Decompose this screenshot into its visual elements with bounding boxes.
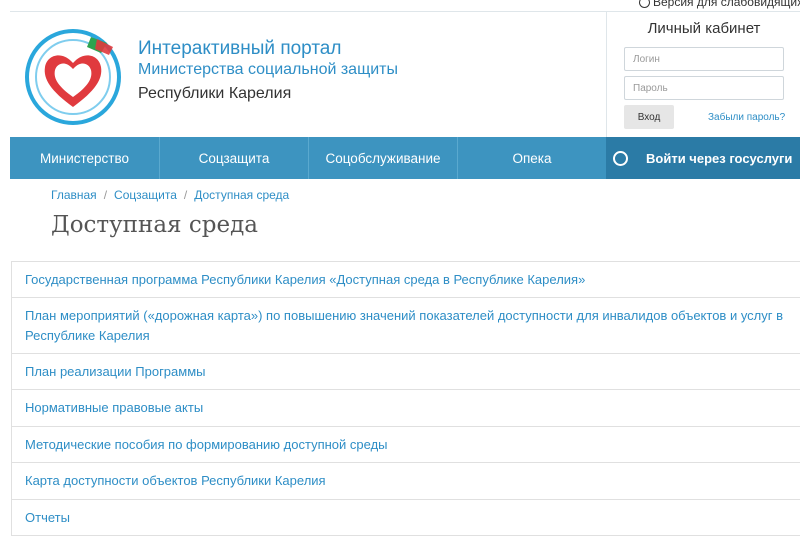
portal-subtitle: Министерства социальной защиты bbox=[138, 61, 399, 78]
personal-cabinet: Личный кабинет Вход Забыли пароль? bbox=[606, 11, 800, 138]
nav-item-ministry[interactable]: Министерство bbox=[10, 137, 160, 179]
list-item[interactable]: Отчеты bbox=[11, 500, 800, 536]
login-field[interactable] bbox=[624, 47, 784, 71]
breadcrumb-home[interactable]: Главная bbox=[51, 188, 97, 202]
accessibility-label: Версия для слабовидящих bbox=[653, 0, 800, 9]
password-field[interactable] bbox=[624, 76, 784, 100]
main-nav: Министерство Соцзащита Соцобслуживание О… bbox=[10, 137, 606, 179]
accessibility-bar: Версия для слабовидящих bbox=[0, 0, 800, 11]
ministry-logo[interactable] bbox=[21, 23, 126, 128]
login-button[interactable]: Вход bbox=[624, 105, 674, 129]
cabinet-title: Личный кабинет bbox=[647, 20, 761, 37]
site-header: Интерактивный портал Министерства социал… bbox=[10, 11, 606, 138]
breadcrumb: Главная / Соцзащита / Доступная среда bbox=[51, 188, 290, 202]
portal-title: Интерактивный портал bbox=[138, 38, 342, 59]
nav-item-social-protection[interactable]: Соцзащита bbox=[160, 137, 309, 179]
list-item[interactable]: Государственная программа Республики Кар… bbox=[11, 262, 800, 298]
eye-icon bbox=[639, 0, 650, 9]
section-list: Государственная программа Республики Кар… bbox=[11, 261, 800, 536]
gosuslugi-icon bbox=[613, 150, 628, 166]
list-item[interactable]: Карта доступности объектов Республики Ка… bbox=[11, 463, 800, 500]
nav-item-social-service[interactable]: Соцобслуживание bbox=[309, 137, 458, 179]
breadcrumb-social-protection[interactable]: Соцзащита bbox=[114, 188, 177, 202]
gosuslugi-login-button[interactable]: Войти через госуслуги bbox=[606, 137, 800, 179]
page-title: Доступная среда bbox=[51, 212, 258, 238]
accessibility-link[interactable]: Версия для слабовидящих bbox=[639, 0, 800, 9]
breadcrumb-current: Доступная среда bbox=[194, 188, 290, 202]
list-item[interactable]: Методические пособия по формированию дос… bbox=[11, 427, 800, 463]
gosuslugi-label: Войти через госуслуги bbox=[646, 150, 793, 166]
forgot-password-link[interactable]: Забыли пароль? bbox=[708, 112, 785, 123]
nav-item-guardianship[interactable]: Опека bbox=[458, 137, 606, 179]
list-item[interactable]: План мероприятий («дорожная карта») по п… bbox=[11, 298, 800, 354]
portal-region: Республики Карелия bbox=[138, 85, 292, 102]
list-item[interactable]: План реализации Программы bbox=[11, 354, 800, 390]
list-item[interactable]: Нормативные правовые акты bbox=[11, 390, 800, 427]
heart-logo-icon bbox=[25, 29, 121, 125]
